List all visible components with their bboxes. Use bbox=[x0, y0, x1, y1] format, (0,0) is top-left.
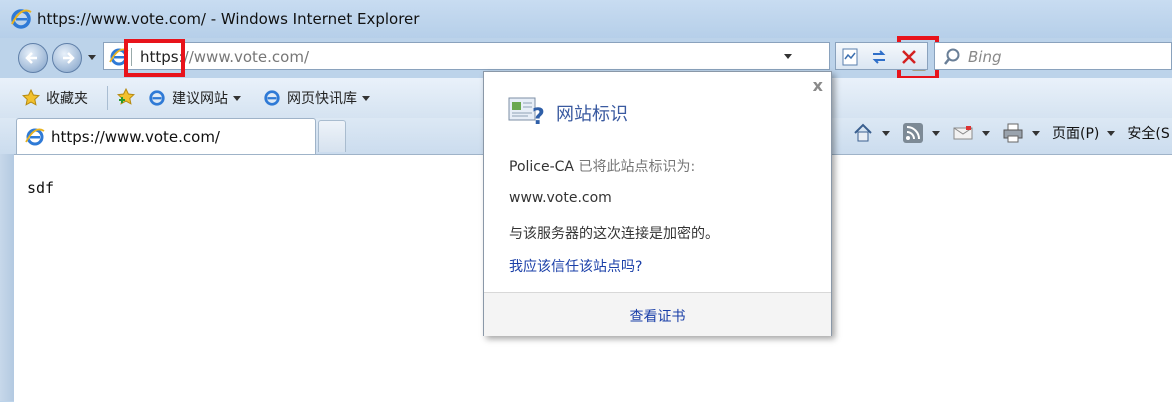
tab-label: https://www.vote.com/ bbox=[51, 128, 220, 146]
chevron-down-icon bbox=[233, 95, 241, 101]
suggested-sites-label: 建议网站 bbox=[172, 91, 228, 107]
back-button[interactable] bbox=[18, 43, 48, 73]
mail-dropdown[interactable] bbox=[982, 130, 990, 136]
ie-logo-icon bbox=[264, 90, 280, 106]
view-certificate-link[interactable]: 查看证书 bbox=[484, 306, 831, 326]
web-slice-gallery-button[interactable]: 网页快讯库 bbox=[263, 88, 370, 108]
favorites-button[interactable]: 收藏夹 bbox=[22, 88, 88, 108]
add-to-favorites-icon bbox=[117, 88, 135, 105]
home-icon[interactable] bbox=[852, 122, 874, 144]
mail-icon[interactable] bbox=[952, 122, 974, 144]
issuer-suffix: 已将此站点标识为: bbox=[574, 159, 696, 175]
search-placeholder: Bing bbox=[968, 48, 1002, 66]
compatibility-view-icon[interactable] bbox=[840, 47, 862, 67]
window-title: https://www.vote.com/ - Windows Internet… bbox=[37, 10, 420, 28]
favorites-label: 收藏夹 bbox=[46, 91, 88, 107]
tab-vote[interactable]: https://www.vote.com/ bbox=[16, 118, 316, 154]
favorites-divider bbox=[107, 86, 108, 110]
page-menu[interactable]: 页面(P) bbox=[1052, 123, 1099, 143]
page-body-text: sdf bbox=[27, 179, 55, 197]
refresh-icon[interactable] bbox=[869, 47, 891, 67]
ie-logo-icon bbox=[25, 128, 45, 146]
safety-menu[interactable]: 安全(S bbox=[1127, 123, 1169, 143]
https-highlight-box bbox=[124, 39, 185, 77]
suggested-sites-button[interactable]: 建议网站 bbox=[148, 88, 241, 108]
star-icon bbox=[22, 89, 40, 106]
encryption-note: 与该服务器的这次连接是加密的。 bbox=[509, 226, 719, 242]
issuer-line: Police-CA 已将此站点标识为: bbox=[509, 156, 695, 176]
back-arrow-icon bbox=[25, 52, 37, 64]
site-identity-icon: ? bbox=[508, 97, 544, 126]
print-dropdown[interactable] bbox=[1032, 130, 1040, 136]
feeds-icon[interactable] bbox=[902, 122, 924, 144]
web-slice-gallery-label: 网页快讯库 bbox=[287, 91, 357, 107]
search-icon[interactable] bbox=[943, 48, 961, 66]
recent-pages-dropdown[interactable] bbox=[88, 55, 96, 60]
page-dropdown[interactable] bbox=[1107, 130, 1116, 136]
add-favorite-button[interactable] bbox=[117, 88, 141, 106]
command-bar: 页面(P) 安全(S bbox=[852, 122, 1170, 144]
title-bar: https://www.vote.com/ - Windows Internet… bbox=[0, 0, 1172, 38]
site-identification-popup: x ? 网站标识 Police-CA 已将此站点标识为: www.vote.co… bbox=[483, 71, 832, 336]
stop-icon[interactable] bbox=[899, 47, 921, 67]
chevron-down-icon bbox=[362, 95, 370, 101]
close-icon[interactable]: x bbox=[813, 76, 823, 95]
new-tab-button[interactable] bbox=[318, 120, 346, 152]
address-bar[interactable]: https://www.vote.com/ bbox=[103, 36, 939, 80]
print-icon[interactable] bbox=[1002, 122, 1024, 144]
popup-title: 网站标识 bbox=[556, 104, 628, 125]
ie-logo-icon bbox=[11, 9, 32, 29]
forward-arrow-icon bbox=[63, 52, 75, 64]
forward-button[interactable] bbox=[52, 43, 82, 73]
ie-logo-icon bbox=[149, 90, 165, 106]
svg-text:?: ? bbox=[532, 105, 544, 126]
popup-footer: 查看证书 bbox=[484, 292, 831, 336]
window-left-edge bbox=[0, 154, 14, 401]
refresh-stop-group bbox=[835, 42, 928, 70]
search-box[interactable]: Bing bbox=[934, 42, 1172, 70]
address-rest: //www.vote.com/ bbox=[183, 48, 309, 66]
issuer-name: Police-CA bbox=[509, 159, 575, 175]
identified-site: www.vote.com bbox=[509, 190, 612, 206]
trust-site-link[interactable]: 我应该信任该站点吗? bbox=[509, 256, 642, 276]
home-dropdown[interactable] bbox=[882, 130, 890, 136]
feeds-dropdown[interactable] bbox=[932, 130, 940, 136]
address-history-dropdown[interactable] bbox=[784, 54, 792, 59]
